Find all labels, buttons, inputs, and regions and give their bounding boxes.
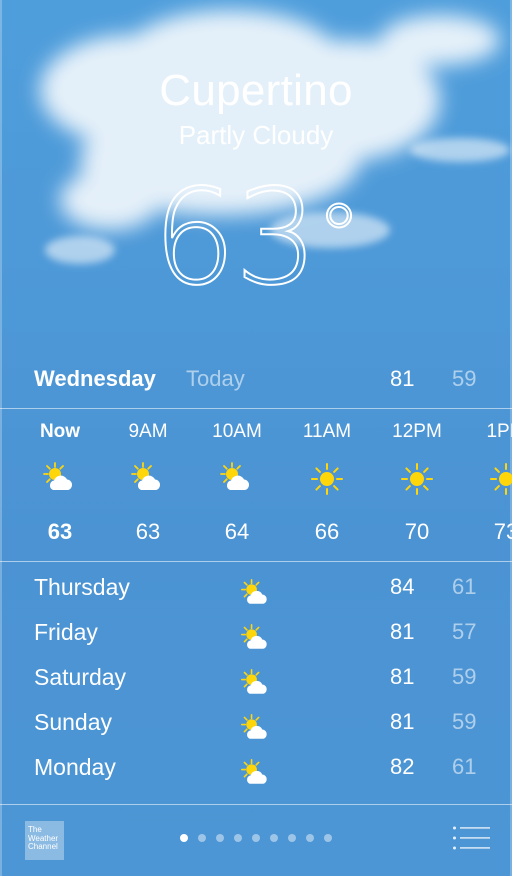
current-temperature-value: 63 [152, 161, 320, 315]
partly-cloudy-icon [240, 668, 274, 698]
partly-cloudy-icon [240, 578, 274, 608]
daily-high: 81 [390, 664, 415, 689]
daily-low: 57 [452, 619, 477, 644]
hourly-item: 10AM 64 [202, 409, 272, 560]
hourly-temp: 64 [224, 519, 250, 544]
daily-low: 61 [452, 574, 477, 599]
today-summary-row: Wednesday Today 81 59 [34, 362, 478, 396]
hourly-item: 11AM 66 [292, 409, 362, 560]
page-dot[interactable] [252, 834, 260, 842]
daily-day-name: Thursday [34, 574, 130, 600]
list-icon[interactable] [452, 825, 490, 851]
hourly-time: Now [39, 421, 81, 442]
daily-low: 61 [452, 754, 477, 779]
hourly-temp: 73 [493, 519, 512, 544]
daily-row: Saturday 81 59 [34, 660, 478, 705]
hourly-temp: 63 [135, 519, 161, 544]
daily-row: Monday 82 61 [34, 750, 478, 795]
partly-cloudy-icon [42, 461, 78, 497]
page-indicator[interactable] [0, 834, 512, 842]
today-label: Today [186, 366, 245, 391]
hourly-temp: 63 [47, 519, 73, 544]
partly-cloudy-icon [240, 758, 274, 788]
today-low: 59 [452, 366, 477, 391]
daily-day-name: Saturday [34, 664, 127, 690]
daily-day-name: Sunday [34, 709, 113, 735]
daily-high: 84 [390, 574, 415, 599]
hourly-time: 10AM [212, 421, 262, 442]
hourly-item: Now 63 [25, 409, 95, 560]
daily-high: 81 [390, 619, 415, 644]
daily-row: Sunday 81 59 [34, 705, 478, 750]
today-high: 81 [390, 366, 415, 391]
daily-high: 82 [390, 754, 415, 779]
page-dot[interactable] [198, 834, 206, 842]
hourly-item: 12PM 70 [382, 409, 452, 560]
hourly-time: 11AM [302, 421, 352, 442]
page-dot[interactable] [216, 834, 224, 842]
hourly-time: 12PM [392, 421, 442, 442]
daily-high: 81 [390, 709, 415, 734]
sun-icon [488, 461, 512, 497]
hourly-time: 1PM [486, 421, 512, 442]
page-dot[interactable] [234, 834, 242, 842]
page-dot[interactable] [180, 834, 188, 842]
daily-day-name: Monday [34, 754, 116, 780]
partly-cloudy-icon [240, 713, 274, 743]
page-dot[interactable] [270, 834, 278, 842]
hourly-item: 9AM 63 [113, 409, 183, 560]
sun-icon [399, 461, 435, 497]
page-dot[interactable] [324, 834, 332, 842]
partly-cloudy-icon [219, 461, 255, 497]
daily-row: Thursday 84 61 [34, 570, 478, 615]
city-name: Cupertino [159, 66, 353, 115]
sun-icon [309, 461, 345, 497]
hourly-item: 1PM 73 [471, 409, 512, 560]
hourly-temp: 70 [404, 519, 430, 544]
daily-row: Friday 81 57 [34, 615, 478, 660]
daily-day-name: Friday [34, 619, 98, 645]
hourly-time: 9AM [128, 421, 168, 442]
degree-symbol: ° [315, 184, 362, 291]
hourly-temp: 66 [314, 519, 340, 544]
page-dot[interactable] [306, 834, 314, 842]
current-temperature: 63° [0, 161, 512, 315]
daily-forecast-list[interactable]: Thursday 84 61 Friday 81 57 Saturday 81 59 Sunday… [34, 570, 478, 795]
page-dot[interactable] [288, 834, 296, 842]
partly-cloudy-icon [240, 623, 274, 653]
today-day-name: Wednesday [34, 366, 156, 391]
daily-low: 59 [452, 664, 477, 689]
hourly-forecast-strip[interactable]: Now 63 9AM 63 10AM 64 11AM 66 12PM 70 1PM 73 [0, 409, 512, 560]
footer-bar: The Weather Channel [0, 805, 512, 876]
logo-line-3: Channel [28, 842, 58, 851]
partly-cloudy-icon [130, 461, 166, 497]
daily-low: 59 [452, 709, 477, 734]
weather-condition: Partly Cloudy [178, 120, 334, 150]
divider-middle [0, 561, 512, 562]
